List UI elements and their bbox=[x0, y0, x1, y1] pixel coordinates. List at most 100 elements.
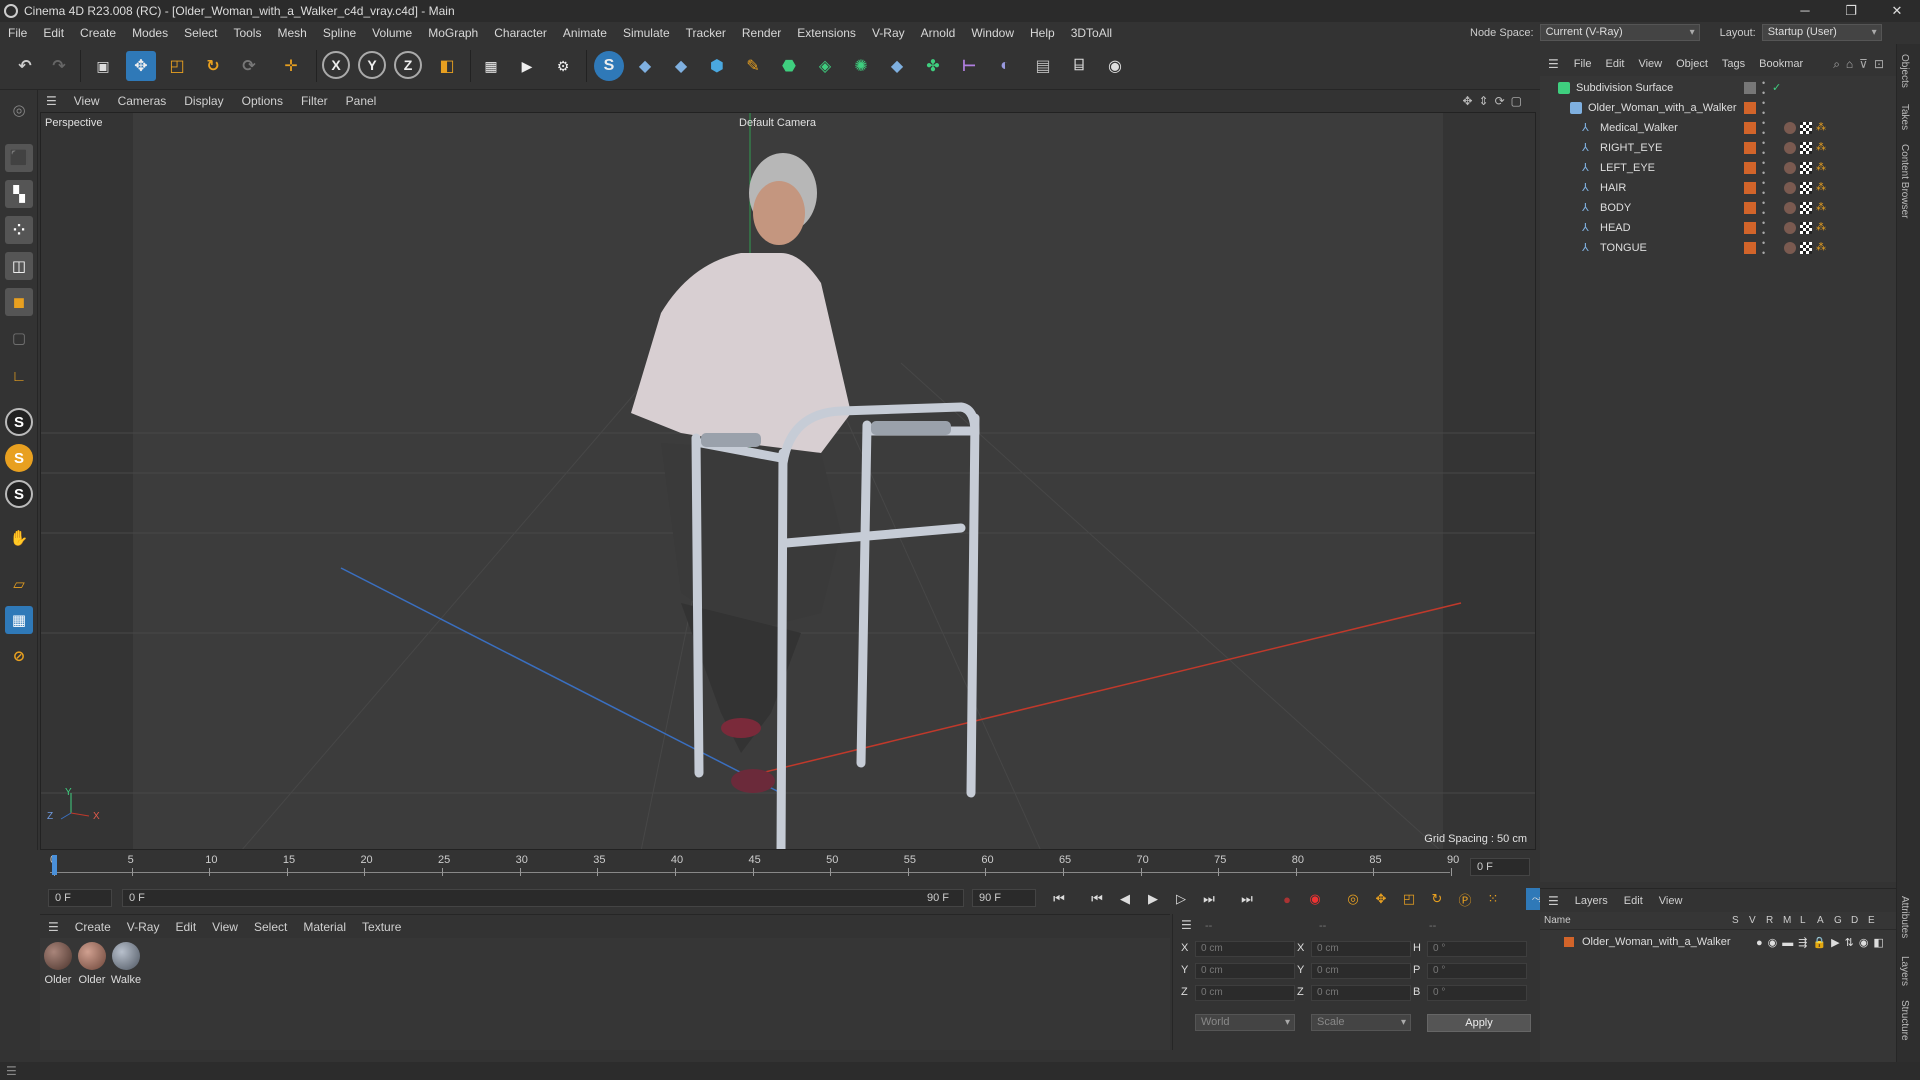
menu-arnold[interactable]: Arnold bbox=[913, 22, 964, 44]
previous-key-icon[interactable]: ⏮ bbox=[1086, 888, 1108, 910]
cloner-icon[interactable]: ✺ bbox=[846, 51, 876, 81]
material-menu-create[interactable]: Create bbox=[67, 920, 119, 934]
layer-color-tag[interactable] bbox=[1744, 162, 1756, 174]
render-view-icon[interactable]: ▦ bbox=[476, 51, 506, 81]
layer-hamburger-icon[interactable]: ☰ bbox=[1540, 894, 1567, 908]
menu-help[interactable]: Help bbox=[1022, 22, 1063, 44]
texture-tag-icon[interactable] bbox=[1800, 142, 1812, 154]
size-y-field[interactable]: 0 cm bbox=[1311, 963, 1411, 979]
object-menu-edit[interactable]: Edit bbox=[1599, 58, 1632, 70]
minimize-button[interactable]: ─ bbox=[1782, 0, 1828, 22]
quantize-icon[interactable]: S bbox=[5, 480, 33, 508]
workplane-icon[interactable]: ▱ bbox=[5, 570, 33, 598]
camera-icon[interactable]: ⌸ bbox=[1064, 51, 1094, 81]
object-row[interactable]: Older_Woman_with_a_Walker • • bbox=[1540, 98, 1896, 118]
visibility-dots-icon[interactable]: • • bbox=[1762, 198, 1765, 218]
material-swatch[interactable]: Walke bbox=[110, 942, 142, 986]
enabled-check-icon[interactable]: ✓ bbox=[1772, 78, 1781, 98]
object-row[interactable]: Subdivision Surface • • ✓ bbox=[1540, 78, 1896, 98]
material-tag-icon[interactable] bbox=[1784, 182, 1796, 194]
axis-mode-icon[interactable]: ∟ bbox=[5, 362, 33, 390]
points-mode-icon[interactable]: ⁘ bbox=[5, 216, 33, 244]
current-frame-field[interactable]: 0 F bbox=[1470, 858, 1530, 876]
visibility-dots-icon[interactable]: • • bbox=[1762, 238, 1765, 258]
3d-viewport[interactable]: Perspective Default Camera Grid Spacing … bbox=[40, 112, 1536, 850]
layer-flag-icons[interactable]: ●◉▬⇶🔒▶⇅◉◧ bbox=[1756, 936, 1889, 949]
menu-mesh[interactable]: Mesh bbox=[269, 22, 314, 44]
record-keys-icon[interactable]: ● bbox=[1276, 888, 1298, 910]
object-row[interactable]: ⅄ BODY • • ⁂ bbox=[1540, 198, 1896, 218]
go-to-end-icon[interactable]: ⏭ bbox=[1236, 888, 1258, 910]
pen-spline-icon[interactable]: ✎ bbox=[738, 51, 768, 81]
texture-tag-icon[interactable] bbox=[1800, 222, 1812, 234]
viewport-menu-filter[interactable]: Filter bbox=[292, 94, 337, 108]
key-pla-icon[interactable]: ⁙ bbox=[1482, 888, 1504, 910]
layer-menu-view[interactable]: View bbox=[1651, 895, 1691, 907]
scale-tool-icon[interactable]: ◰ bbox=[162, 51, 192, 81]
pos-x-field[interactable]: 0 cm bbox=[1195, 941, 1295, 957]
material-tag-icon[interactable] bbox=[1784, 202, 1796, 214]
texture-tag-icon[interactable] bbox=[1800, 242, 1812, 254]
layer-column-header[interactable]: Name bbox=[1544, 915, 1571, 926]
end-frame-field[interactable]: 90 F bbox=[972, 889, 1036, 907]
texture-tag-icon[interactable] bbox=[1800, 122, 1812, 134]
go-to-start-icon[interactable]: ⏮ bbox=[1048, 888, 1070, 910]
layer-color-tag[interactable] bbox=[1744, 142, 1756, 154]
visibility-dots-icon[interactable]: • • bbox=[1762, 158, 1765, 178]
texture-tag-icon[interactable] bbox=[1800, 162, 1812, 174]
y-axis-lock-icon[interactable]: Y bbox=[358, 51, 386, 79]
next-key-icon[interactable]: ⏭ bbox=[1198, 888, 1220, 910]
menu-3dtoall[interactable]: 3DToAll bbox=[1063, 22, 1120, 44]
deformer-icon[interactable]: ⊢ bbox=[954, 51, 984, 81]
material-tag-icon[interactable] bbox=[1784, 162, 1796, 174]
coordinate-mode-dropdown[interactable]: Scale bbox=[1311, 1014, 1411, 1031]
key-parameter-icon[interactable]: Ⓟ bbox=[1454, 888, 1476, 910]
model-mode-icon[interactable]: ⬛ bbox=[5, 144, 33, 172]
layer-column-header[interactable]: G bbox=[1834, 915, 1842, 926]
edges-mode-icon[interactable]: ◫ bbox=[5, 252, 33, 280]
vray-tag-icon[interactable]: ⁂ bbox=[1816, 142, 1828, 154]
object-menu-view[interactable]: View bbox=[1631, 58, 1669, 70]
object-row[interactable]: ⅄ Medical_Walker • • ⁂ bbox=[1540, 118, 1896, 138]
layer-color-tag[interactable] bbox=[1744, 182, 1756, 194]
node-space-dropdown[interactable]: Current (V-Ray) bbox=[1539, 24, 1700, 41]
object-menu-bookmar[interactable]: Bookmar bbox=[1752, 58, 1810, 70]
previous-frame-icon[interactable]: ◀ bbox=[1114, 888, 1136, 910]
coordinate-system-icon[interactable]: ✛ bbox=[276, 51, 306, 81]
viewport-menu-panel[interactable]: Panel bbox=[337, 94, 386, 108]
layer-column-header[interactable]: R bbox=[1766, 915, 1773, 926]
vray-tag-icon[interactable]: ⁂ bbox=[1816, 222, 1828, 234]
cube-primitive-icon[interactable]: ⬢ bbox=[702, 51, 732, 81]
material-hamburger-icon[interactable]: ☰ bbox=[40, 920, 67, 934]
object-menu-file[interactable]: File bbox=[1567, 58, 1599, 70]
viewport-nav-icons[interactable]: ✥⇕⟳▢ bbox=[1462, 94, 1528, 108]
object-search-filter-icons[interactable]: ⌕⌂⊽⊡ bbox=[1833, 57, 1890, 72]
material-swatch[interactable]: Older bbox=[76, 942, 108, 986]
pos-z-field[interactable]: 0 cm bbox=[1195, 985, 1295, 1001]
mograph-icon[interactable]: ✤ bbox=[918, 51, 948, 81]
tab-structure[interactable]: Structure bbox=[1899, 1000, 1910, 1041]
layout-dropdown[interactable]: Startup (User) bbox=[1761, 24, 1882, 41]
floor-icon[interactable]: ▤ bbox=[1028, 51, 1058, 81]
make-editable-icon[interactable]: ◎ bbox=[5, 96, 33, 124]
next-frame-icon[interactable]: ▷ bbox=[1170, 888, 1192, 910]
x-axis-lock-icon[interactable]: X bbox=[322, 51, 350, 79]
menu-animate[interactable]: Animate bbox=[555, 22, 615, 44]
visibility-dots-icon[interactable]: • • bbox=[1762, 118, 1765, 138]
texture-mode-icon[interactable]: ▚ bbox=[5, 180, 33, 208]
planar-workplane-icon[interactable]: ⊘ bbox=[5, 642, 33, 670]
layer-color-tag[interactable] bbox=[1744, 222, 1756, 234]
coordinate-space-dropdown[interactable]: World bbox=[1195, 1014, 1295, 1031]
viewport-menu-view[interactable]: View bbox=[65, 94, 109, 108]
rot-h-field[interactable]: 0 ° bbox=[1427, 941, 1527, 957]
key-scale-icon[interactable]: ◰ bbox=[1398, 888, 1420, 910]
tweak-mode-icon[interactable]: ✋ bbox=[5, 524, 33, 552]
start-frame-field[interactable]: 0 F bbox=[48, 889, 112, 907]
key-position-icon[interactable]: ✥ bbox=[1370, 888, 1392, 910]
apply-button[interactable]: Apply bbox=[1427, 1014, 1531, 1032]
object-row[interactable]: ⅄ TONGUE • • ⁂ bbox=[1540, 238, 1896, 258]
menu-extensions[interactable]: Extensions bbox=[789, 22, 864, 44]
recent-tool-icon[interactable]: ⟳ bbox=[234, 51, 264, 81]
menu-tracker[interactable]: Tracker bbox=[678, 22, 734, 44]
vray-icon[interactable]: S bbox=[594, 51, 624, 81]
